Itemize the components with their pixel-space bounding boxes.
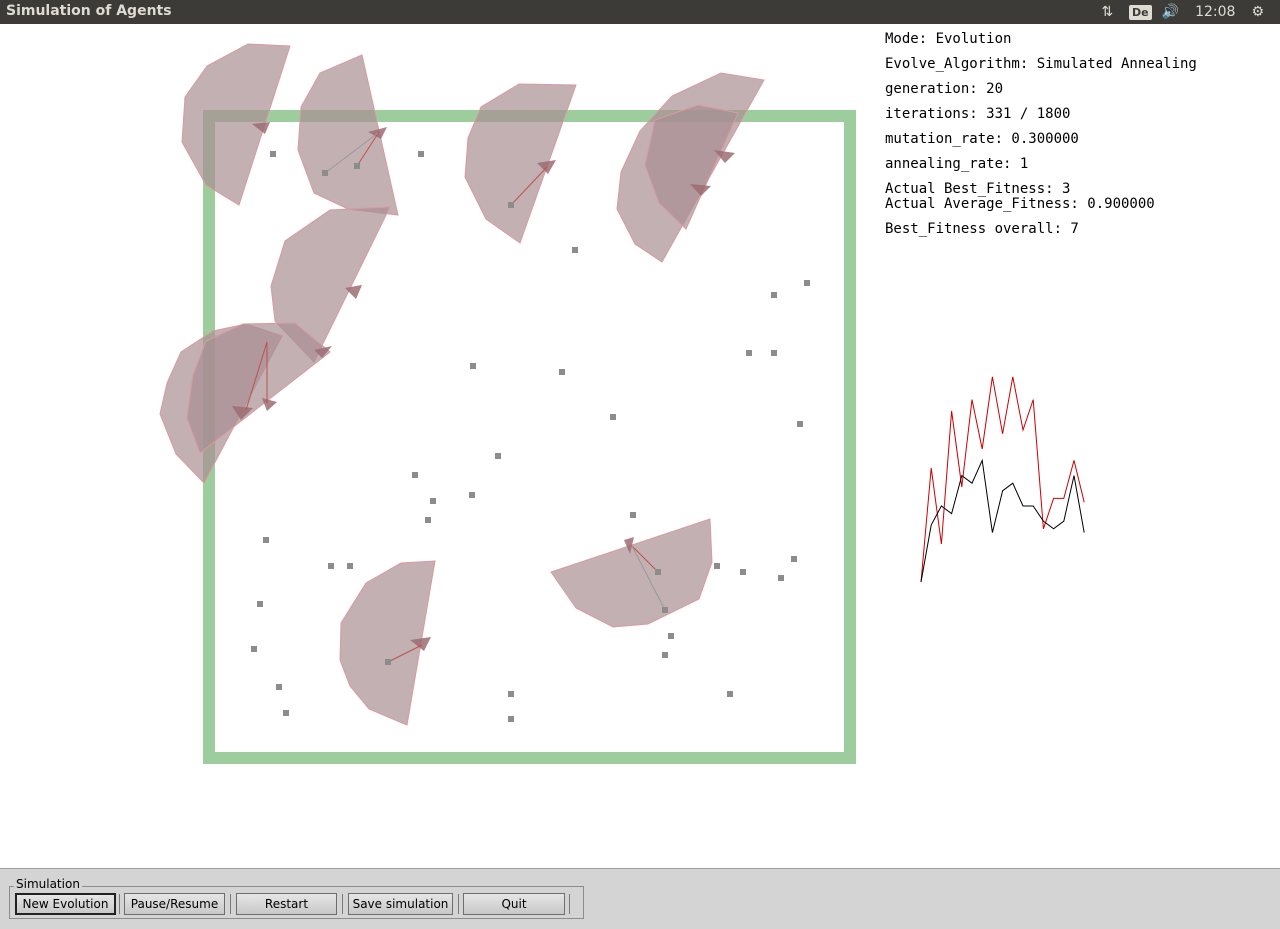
best-fitness-line [920, 376, 1085, 583]
restart-button[interactable]: Restart [236, 893, 337, 915]
food-item [727, 691, 733, 697]
food-item [804, 280, 810, 286]
food-item [508, 716, 514, 722]
mutation-rate-label: mutation_rate: 0.300000 [885, 131, 1079, 147]
food-item [797, 421, 803, 427]
food-item [276, 684, 282, 690]
food-item [630, 512, 636, 518]
agent-cone [181, 43, 291, 206]
pause-resume-button[interactable]: Pause/Resume [124, 893, 225, 915]
best-overall-label: Best_Fitness overall: 7 [885, 221, 1079, 237]
food-item [270, 151, 276, 157]
network-icon[interactable]: ⇅ [1101, 4, 1113, 20]
food-item [740, 569, 746, 575]
food-item [778, 575, 784, 581]
keyboard-layout-indicator[interactable]: De [1129, 4, 1152, 20]
food-item [655, 569, 661, 575]
food-item [283, 710, 289, 716]
food-item [257, 601, 263, 607]
food-item [385, 659, 391, 665]
food-item [662, 652, 668, 658]
separator [119, 894, 120, 914]
food-item [425, 517, 431, 523]
control-panel: Simulation New Evolution Pause/Resume Re… [0, 868, 1280, 929]
separator [458, 894, 459, 914]
food-item [714, 563, 720, 569]
food-item [508, 202, 514, 208]
agents [159, 43, 765, 726]
food-item [668, 633, 674, 639]
new-evolution-button[interactable]: New Evolution [15, 893, 116, 915]
food-item [662, 607, 668, 613]
food-item [746, 350, 752, 356]
agent-cone [186, 322, 331, 454]
separator [230, 894, 231, 914]
generation-label: generation: 20 [885, 81, 1004, 97]
food-item [791, 556, 797, 562]
best-fitness-label: Actual Best_Fitness: 3 [885, 181, 1071, 197]
separator [342, 894, 343, 914]
annealing-rate-label: annealing_rate: 1 [885, 156, 1029, 172]
food-item [412, 472, 418, 478]
food-item [771, 350, 777, 356]
mode-label: Mode: Evolution [885, 31, 1012, 47]
food-item [470, 363, 476, 369]
food-item [572, 247, 578, 253]
simulation-canvas [159, 43, 1085, 764]
clock[interactable]: 12:08 [1195, 4, 1235, 20]
save-simulation-button[interactable]: Save simulation [348, 893, 453, 915]
food-item [469, 492, 475, 498]
food-item [508, 691, 514, 697]
food-item [559, 369, 565, 375]
window-title: Simulation of Agents [6, 3, 172, 19]
system-tray: ⇅ De 🔊 12:08 ⚙ [1101, 0, 1280, 24]
separator [569, 894, 570, 914]
food-item [251, 646, 257, 652]
food-item [430, 498, 436, 504]
food-item [418, 151, 424, 157]
food-item [771, 292, 777, 298]
food-item [354, 163, 360, 169]
food-item [328, 563, 334, 569]
agent-cone [464, 83, 577, 244]
gear-icon[interactable]: ⚙ [1251, 4, 1264, 20]
iterations-label: iterations: 331 / 1800 [885, 106, 1071, 122]
agent-cone [550, 518, 713, 628]
quit-button[interactable]: Quit [463, 893, 565, 915]
food-item [322, 170, 328, 176]
title-bar: Simulation of Agents ⇅ De 🔊 12:08 ⚙ [0, 0, 1280, 24]
volume-icon[interactable]: 🔊 [1162, 4, 1179, 20]
fitness-chart [920, 376, 1085, 583]
food-item [610, 414, 616, 420]
average-fitness-label: Actual Average_Fitness: 0.900000 [885, 196, 1155, 212]
food-item [495, 453, 501, 459]
food-item [347, 563, 353, 569]
agent-marker [262, 398, 277, 411]
average-fitness-line [920, 458, 1085, 583]
food-item [263, 537, 269, 543]
simulation-group-label: Simulation [14, 877, 82, 891]
algorithm-label: Evolve_Algorithm: Simulated Annealing [885, 56, 1197, 72]
